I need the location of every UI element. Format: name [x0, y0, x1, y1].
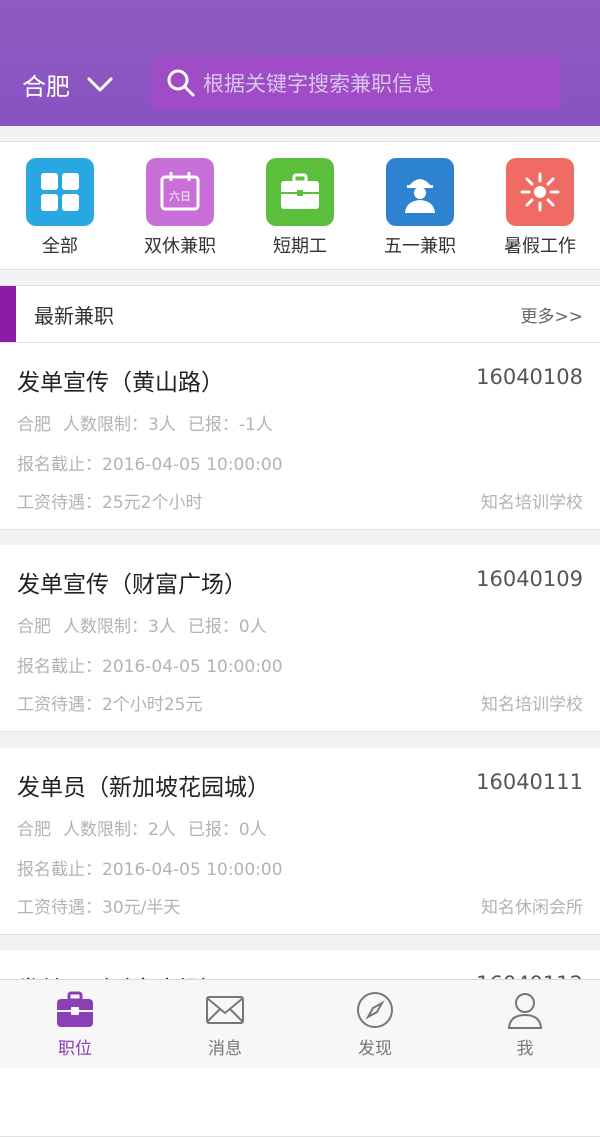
bottom-tab-bar: 职位 消息 发现 我 — [0, 979, 600, 1068]
job-city: 合肥 — [17, 820, 51, 840]
tab-discover[interactable]: 发现 — [300, 990, 450, 1059]
job-city: 合肥 — [17, 617, 51, 637]
job-registered: 已报：0人 — [187, 617, 267, 637]
job-meta: 合肥 人数限制：2人 已报：0人 — [17, 815, 279, 840]
job-id: 16040109 — [476, 567, 583, 591]
job-title: 发单宣传（黄山路） — [17, 370, 224, 396]
more-link[interactable]: 更多>> — [521, 302, 584, 327]
job-limit: 人数限制：3人 — [63, 415, 176, 435]
search-input[interactable]: 根据关键字搜索兼职信息 — [151, 56, 561, 110]
briefcase-icon — [57, 991, 93, 1027]
city-selector[interactable]: 合肥 — [22, 66, 114, 102]
grid-icon — [26, 158, 94, 226]
category-label: 五一兼职 — [384, 236, 456, 257]
category-bar: 全部 六日 双休兼职 短期工 五一兼职 暑假工作 — [0, 141, 600, 270]
tab-label: 消息 — [208, 1039, 242, 1059]
category-summer[interactable]: 暑假工作 — [480, 158, 600, 258]
category-label: 双休兼职 — [144, 236, 216, 257]
calendar-icon: 六日 — [146, 158, 214, 226]
job-card[interactable]: 发单宣传（财富广场） 16040109 合肥 人数限制：3人 已报：0人 报名截止：… — [0, 545, 600, 732]
tab-label: 我 — [516, 1039, 534, 1059]
job-company: 知名休闲会所 — [481, 898, 583, 918]
job-id: 16040111 — [476, 770, 583, 794]
job-company: 知名培训学校 — [481, 695, 583, 715]
job-registered: 已报：-1人 — [187, 415, 273, 435]
tab-label: 职位 — [58, 1039, 92, 1059]
job-company: 知名培训学校 — [481, 493, 583, 513]
job-limit: 人数限制：3人 — [63, 617, 176, 637]
job-deadline: 报名截止：2016-04-05 10:00:00 — [17, 657, 283, 677]
svg-text:六日: 六日 — [169, 190, 191, 203]
tab-messages[interactable]: 消息 — [150, 990, 300, 1059]
envelope-icon — [206, 996, 244, 1024]
job-meta: 合肥 人数限制：3人 已报：0人 — [17, 612, 279, 637]
tab-jobs[interactable]: 职位 — [0, 990, 150, 1059]
job-title: 发单员（新加坡花园城） — [17, 775, 270, 801]
job-title: 发单宣传（财富广场） — [17, 572, 247, 598]
category-shortterm[interactable]: 短期工 — [240, 158, 360, 258]
job-limit: 人数限制：2人 — [63, 820, 176, 840]
job-pay: 工资待遇：30元/半天 — [17, 898, 181, 918]
job-deadline: 报名截止：2016-04-05 10:00:00 — [17, 455, 283, 475]
briefcase-icon — [266, 158, 334, 226]
category-label: 暑假工作 — [504, 236, 576, 257]
search-placeholder: 根据关键字搜索兼职信息 — [203, 72, 434, 96]
user-icon — [507, 993, 543, 1029]
job-card[interactable]: 发单员（新加坡花园城） 16040111 合肥 人数限制：2人 已报：0人 报名截止… — [0, 748, 600, 935]
job-meta: 合肥 人数限制：3人 已报：-1人 — [17, 410, 285, 435]
top-header: 合肥 根据关键字搜索兼职信息 — [0, 0, 600, 126]
city-label: 合肥 — [22, 72, 70, 101]
job-card[interactable]: 发单宣传（黄山路） 16040108 合肥 人数限制：3人 已报：-1人 报名截止：… — [0, 343, 600, 530]
sun-icon — [506, 158, 574, 226]
latest-jobs-header: 最新兼职 更多>> — [0, 285, 600, 343]
job-pay: 工资待遇：25元2个小时 — [17, 493, 203, 513]
job-deadline: 报名截止：2016-04-05 10:00:00 — [17, 860, 283, 880]
compass-icon — [357, 992, 393, 1028]
job-registered: 已报：0人 — [187, 820, 267, 840]
tab-label: 发现 — [358, 1039, 392, 1059]
chevron-down-icon — [87, 77, 113, 92]
category-weekend[interactable]: 六日 双休兼职 — [120, 158, 240, 258]
category-mayday[interactable]: 五一兼职 — [360, 158, 480, 258]
tab-profile[interactable]: 我 — [450, 990, 600, 1059]
category-all[interactable]: 全部 — [0, 158, 120, 258]
search-icon — [167, 69, 195, 97]
job-id: 16040108 — [476, 365, 583, 389]
section-accent-bar — [0, 286, 16, 342]
worker-icon — [386, 158, 454, 226]
job-city: 合肥 — [17, 415, 51, 435]
category-label: 短期工 — [273, 236, 327, 257]
section-title: 最新兼职 — [34, 304, 114, 328]
category-label: 全部 — [42, 236, 78, 257]
job-pay: 工资待遇：2个小时25元 — [17, 695, 203, 715]
